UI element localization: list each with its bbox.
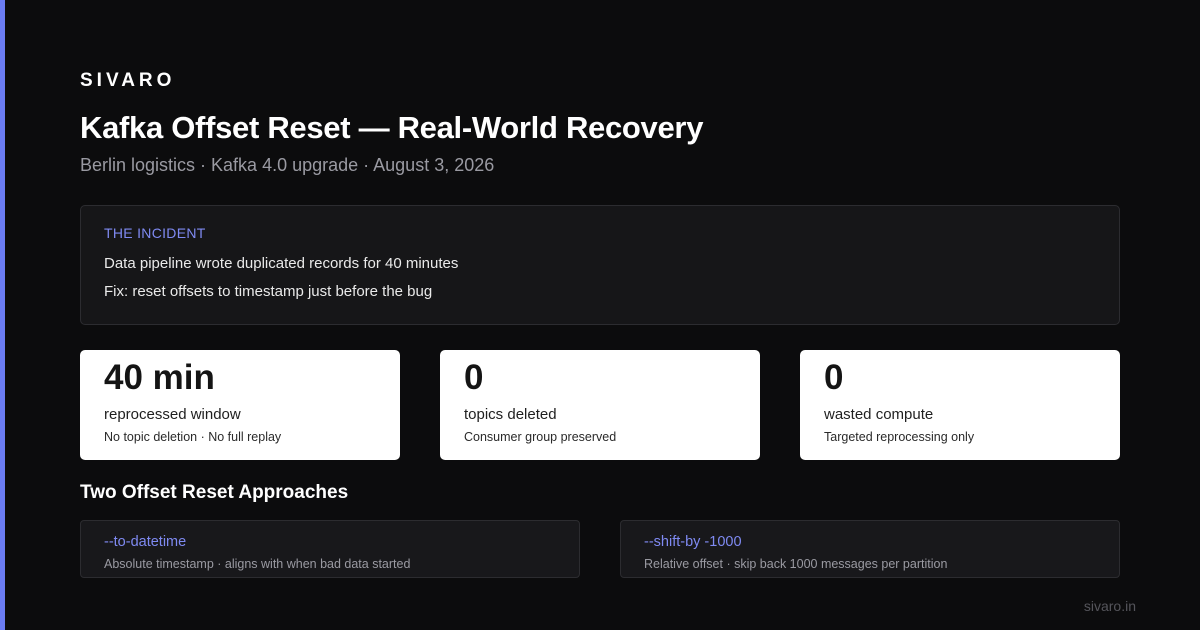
stat-value: 40 min xyxy=(104,358,215,397)
incident-label: THE INCIDENT xyxy=(104,225,206,241)
approach-flag: --shift-by -1000 xyxy=(644,534,742,550)
stat-note: Targeted reprocessing only xyxy=(824,430,975,444)
approaches-heading: Two Offset Reset Approaches xyxy=(80,482,349,503)
incident-fix: Fix: reset offsets to timestamp just bef… xyxy=(104,283,433,300)
incident-description: Data pipeline wrote duplicated records f… xyxy=(104,255,459,272)
stat-note: No topic deletion · No full replay xyxy=(104,430,282,444)
stat-value: 0 xyxy=(464,358,484,397)
brand-logo: SIVARO xyxy=(80,70,176,91)
stat-label: reprocessed window xyxy=(104,406,241,423)
footer-url: sivaro.in xyxy=(1083,598,1136,614)
page-title: Kafka Offset Reset — Real-World Recovery xyxy=(80,110,704,145)
stat-label: topics deleted xyxy=(464,406,557,423)
approach-description: Absolute timestamp · aligns with when ba… xyxy=(104,557,411,571)
stat-card-reprocessed-window: 40 min reprocessed window No topic delet… xyxy=(80,350,400,460)
stat-value: 0 xyxy=(824,358,844,397)
stat-note: Consumer group preserved xyxy=(464,430,617,444)
approach-card-to-datetime: --to-datetime Absolute timestamp · align… xyxy=(80,520,580,578)
stat-label: wasted compute xyxy=(824,406,934,423)
incident-panel: THE INCIDENT Data pipeline wrote duplica… xyxy=(80,205,1120,325)
accent-bar xyxy=(0,0,5,630)
approach-description: Relative offset · skip back 1000 message… xyxy=(644,557,948,571)
stat-card-wasted-compute: 0 wasted compute Targeted reprocessing o… xyxy=(800,350,1120,460)
page-subtitle: Berlin logistics · Kafka 4.0 upgrade · A… xyxy=(80,155,495,175)
approach-flag: --to-datetime xyxy=(104,534,187,550)
approach-card-shift-by: --shift-by -1000 Relative offset · skip … xyxy=(620,520,1120,578)
stat-card-topics-deleted: 0 topics deleted Consumer group preserve… xyxy=(440,350,760,460)
